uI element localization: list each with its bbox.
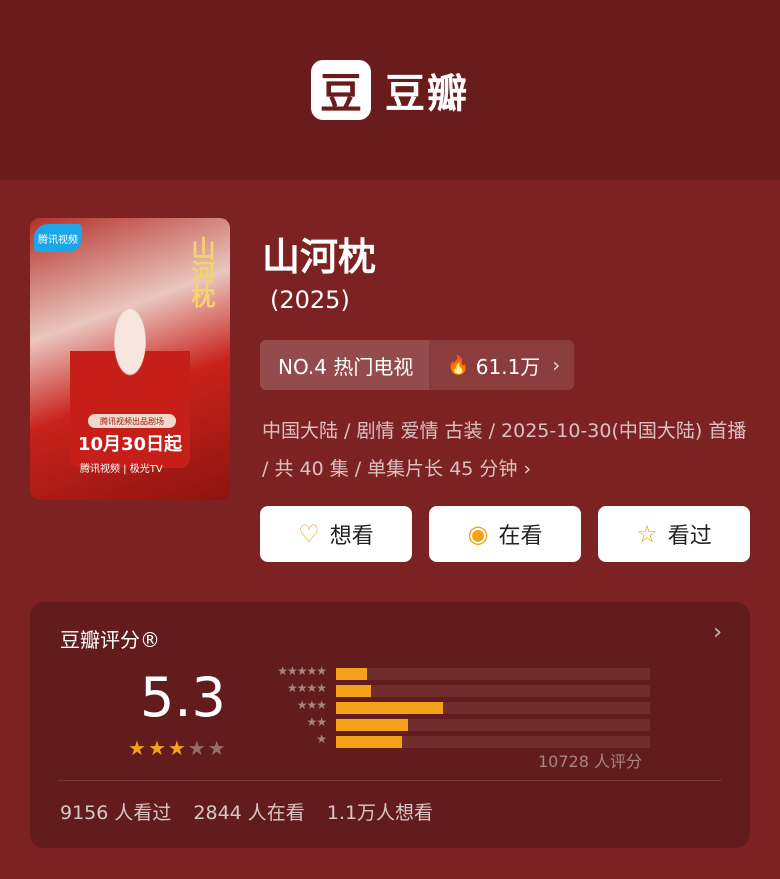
distribution-row: ★★★★ — [256, 681, 656, 697]
star-empty-icon: ★ — [187, 736, 208, 760]
star-full-icon: ★ — [147, 736, 168, 760]
watching-label: 在看 — [498, 524, 543, 549]
distribution-stars: ★★★★ — [286, 681, 327, 695]
divider — [58, 780, 722, 781]
tencent-video-badge: 腾讯视频 — [34, 224, 82, 252]
heat-section[interactable]: 🔥 61.1万 › — [429, 340, 574, 390]
poster-brand: 腾讯视频 | 极光TV — [80, 464, 163, 475]
distribution-track — [336, 719, 650, 731]
distribution-row: ★★★★★ — [256, 664, 656, 680]
watched-label: 看过 — [667, 524, 712, 549]
rating-card[interactable]: 豆瓣评分® › 5.3 ★★★★★ ★★★★★ ★★★★ ★★★ ★★ ★ 10728 … — [30, 602, 750, 848]
rank-chip[interactable]: NO.4 热门电视 🔥 61.1万 › — [260, 340, 575, 390]
distribution-bar — [336, 702, 443, 714]
flame-icon: 🔥 — [447, 354, 470, 376]
heat-value: 61.1万 — [475, 354, 541, 379]
star-outline-icon: ☆ — [636, 520, 658, 548]
distribution-stars: ★★★★★ — [277, 664, 327, 678]
distribution-stars: ★★★ — [296, 698, 327, 712]
distribution-bar — [336, 685, 371, 697]
distribution-row: ★★★ — [256, 698, 656, 714]
distribution-bar — [336, 719, 409, 731]
show-meta[interactable]: 中国大陆 / 剧情 爱情 古装 / 2025-10-30(中国大陆) 首播 / … — [262, 412, 752, 488]
distribution-row: ★ — [256, 732, 656, 748]
douban-logo-icon: 豆 — [311, 60, 371, 120]
watch-stats: 9156 人看过 2844 人在看 1.1万人想看 — [60, 798, 433, 825]
watched-count[interactable]: 9156 人看过 — [60, 798, 171, 825]
poster-image[interactable]: 腾讯视频 山河枕 腾讯视频出品剧场 10月30日起 腾讯视频 | 极光TV — [30, 218, 230, 500]
vote-count: 10728 人评分 — [538, 752, 642, 771]
rating-distribution: ★★★★★ ★★★★ ★★★ ★★ ★ — [256, 664, 656, 748]
rating-label: 豆瓣评分® — [60, 628, 160, 652]
action-buttons: ♡ 想看 ◉ 在看 ☆ 看过 — [260, 506, 750, 562]
distribution-bar — [336, 736, 402, 748]
rating-stars: ★★★★★ — [128, 736, 228, 760]
show-title: 山河枕 — [262, 235, 377, 279]
star-half-icon: ★ — [167, 736, 188, 760]
poster-pill: 腾讯视频出品剧场 — [88, 414, 176, 428]
show-year: (2025) — [270, 286, 350, 314]
poster-title: 山河枕 — [187, 236, 215, 308]
want-count[interactable]: 1.1万人想看 — [327, 798, 433, 825]
distribution-bar — [336, 668, 368, 680]
heart-plus-icon: ♡ — [298, 520, 320, 548]
watching-button[interactable]: ◉ 在看 — [429, 506, 581, 562]
distribution-stars: ★ — [316, 732, 327, 746]
distribution-row: ★★ — [256, 715, 656, 731]
poster-date: 10月30日起 — [77, 434, 183, 455]
chevron-right-icon[interactable]: › — [713, 620, 722, 645]
app-header: 豆 豆瓣 — [0, 0, 780, 180]
distribution-track — [336, 685, 650, 697]
distribution-track — [336, 668, 650, 680]
chevron-right-icon: › — [552, 353, 561, 377]
chevron-right-icon: › — [523, 458, 532, 480]
star-full-icon: ★ — [128, 736, 148, 760]
meta-text: 中国大陆 / 剧情 爱情 古装 / 2025-10-30(中国大陆) 首播 / … — [262, 420, 747, 480]
watched-button[interactable]: ☆ 看过 — [598, 506, 750, 562]
brand-name: 豆瓣 — [385, 71, 469, 117]
want-button[interactable]: ♡ 想看 — [260, 506, 412, 562]
distribution-stars: ★★ — [306, 715, 326, 729]
target-icon: ◉ — [467, 520, 489, 548]
distribution-track — [336, 736, 650, 748]
rank-label: NO.4 热门电视 — [260, 340, 430, 390]
star-empty-icon: ★ — [207, 736, 228, 760]
watching-count[interactable]: 2844 人在看 — [193, 798, 304, 825]
rating-score: 5.3 — [140, 666, 226, 729]
distribution-track — [336, 702, 650, 714]
want-label: 想看 — [329, 524, 374, 549]
